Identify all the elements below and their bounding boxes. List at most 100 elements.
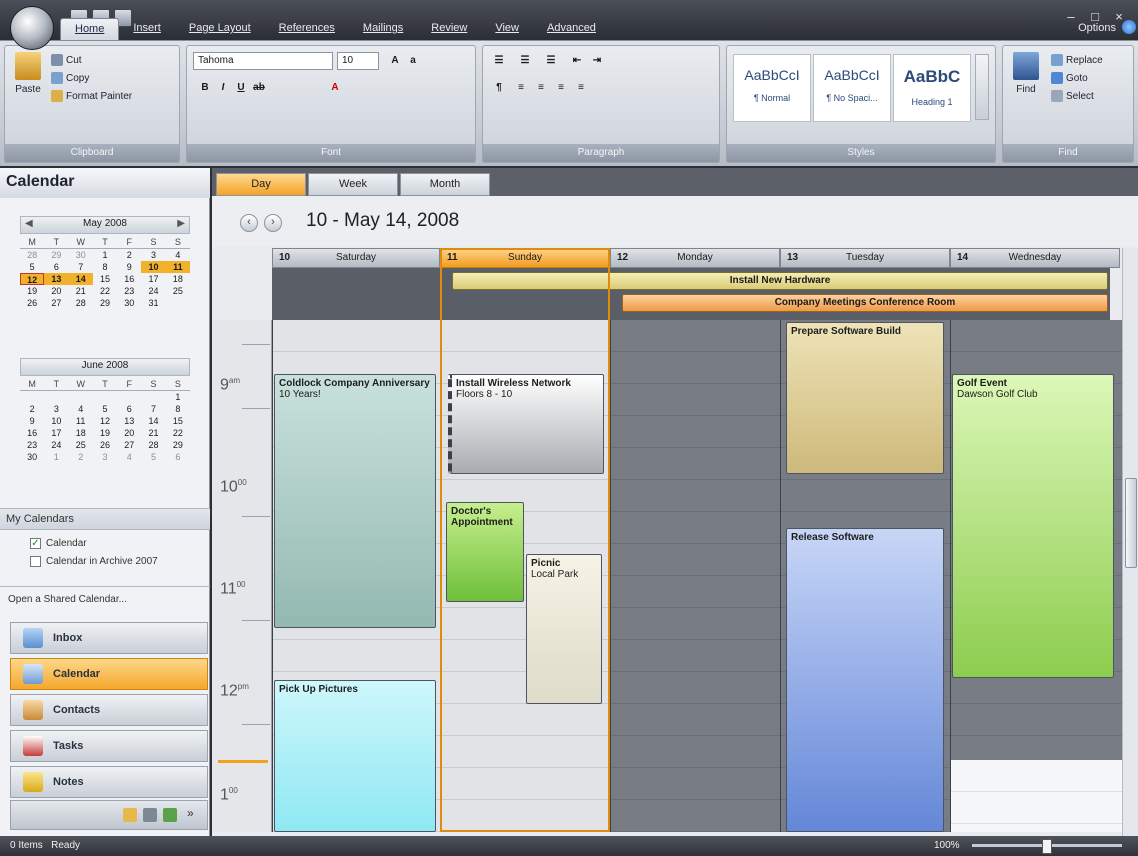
mini-calendar-day[interactable]: 12	[20, 273, 45, 285]
multilevel-list-icon[interactable]: ☰	[543, 53, 559, 69]
tab-week[interactable]: Week	[308, 173, 398, 196]
mini-calendar-day[interactable]: 8	[93, 261, 117, 273]
back-arrow-icon[interactable]: ‹	[240, 214, 258, 232]
mini-calendar-day[interactable]: 5	[141, 451, 165, 463]
mini-calendar-day[interactable]: 21	[69, 285, 93, 297]
mini-calendar-day[interactable]: 4	[166, 249, 190, 261]
day-header[interactable]: 12 Monday	[610, 248, 780, 268]
mini-calendar-day[interactable]: 6	[44, 261, 68, 273]
mini-calendar-day[interactable]: 31	[141, 297, 165, 309]
underline-icon[interactable]: U	[233, 80, 249, 96]
mini-calendar-day[interactable]: 23	[117, 285, 141, 297]
mini-calendar-day[interactable]: 18	[166, 273, 190, 285]
decrease-indent-icon[interactable]: ⇤	[569, 53, 585, 69]
mini-calendar-day[interactable]: 29	[44, 249, 68, 261]
replace-button[interactable]: Replace	[1051, 54, 1103, 66]
my-calendars-header[interactable]: My Calendars	[0, 508, 210, 530]
options-menu[interactable]: Options	[1078, 22, 1116, 34]
all-day-event[interactable]: Company Meetings Conference Room	[622, 294, 1108, 312]
mini-calendar-day[interactable]: 10	[44, 415, 68, 427]
mini-calendar-day[interactable]: 18	[69, 427, 93, 439]
align-right-icon[interactable]: ≡	[553, 80, 569, 96]
tab-home[interactable]: Home	[60, 18, 120, 40]
mini-calendar-day[interactable]: 17	[141, 273, 165, 285]
mini-calendar-day[interactable]: 30	[69, 249, 93, 261]
mini-calendar-day[interactable]: 9	[20, 415, 44, 427]
event-block[interactable]: Pick Up Pictures	[274, 680, 436, 832]
bold-icon[interactable]: B	[197, 80, 213, 96]
mini-calendar-day[interactable]: 5	[20, 261, 44, 273]
checkbox-icon[interactable]	[30, 556, 41, 567]
mini-calendar-day[interactable]: 6	[166, 451, 190, 463]
next-month-icon[interactable]: ▶	[177, 217, 185, 231]
mini-calendar-day[interactable]: 15	[93, 273, 117, 285]
tab-references[interactable]: References	[265, 18, 349, 40]
select-button[interactable]: Select	[1051, 90, 1094, 102]
mini-calendar-day[interactable]: 3	[44, 403, 68, 415]
mini-calendar-day[interactable]: 19	[93, 427, 117, 439]
styles-scroll[interactable]	[975, 54, 989, 120]
calendar-item[interactable]: Calendar in Archive 2007	[30, 556, 158, 567]
mini-calendar-day[interactable]: 24	[44, 439, 68, 451]
mini-calendar-day[interactable]: 3	[93, 451, 117, 463]
numbering-icon[interactable]: ☰	[517, 53, 533, 69]
event-block[interactable]: Picnic Local Park	[526, 554, 602, 704]
configure-buttons-icon[interactable]: »	[187, 806, 194, 820]
increase-indent-icon[interactable]: ⇥	[589, 53, 605, 69]
nav-button-inbox[interactable]: Inbox	[10, 622, 208, 654]
event-block[interactable]: Prepare Software Build	[786, 322, 944, 474]
scrollbar-thumb[interactable]	[1125, 478, 1137, 568]
event-block[interactable]: Release Software	[786, 528, 944, 832]
mini-calendar-day[interactable]: 21	[141, 427, 165, 439]
mini-calendar-day[interactable]: 19	[20, 285, 44, 297]
mini-calendar-day[interactable]: 22	[166, 427, 190, 439]
align-left-icon[interactable]: ≡	[513, 80, 529, 96]
day-header[interactable]: 14 Wednesday	[950, 248, 1120, 268]
mini-calendar-day[interactable]: 11	[69, 415, 93, 427]
mini-calendar-day[interactable]: 17	[44, 427, 68, 439]
mini-calendar-day[interactable]: 30	[20, 451, 44, 463]
mini-calendar-day[interactable]: 29	[166, 439, 190, 451]
style-normal[interactable]: AaBbCcI ¶ Normal	[733, 54, 811, 122]
format-painter-button[interactable]: Format Painter	[51, 90, 132, 102]
mini-calendar-day[interactable]: 2	[69, 451, 93, 463]
nav-button-tasks[interactable]: Tasks	[10, 730, 208, 762]
tab-insert[interactable]: Insert	[119, 18, 175, 40]
vertical-scrollbar[interactable]	[1122, 248, 1138, 836]
nav-button-notes[interactable]: Notes	[10, 766, 208, 798]
mini-calendar-day[interactable]: 24	[141, 285, 165, 297]
mini-calendar-day[interactable]: 3	[141, 249, 165, 261]
forward-arrow-icon[interactable]: ›	[264, 214, 282, 232]
shrink-font-icon[interactable]: a	[405, 53, 421, 69]
font-size-combo[interactable]: 10	[337, 52, 379, 70]
prev-month-icon[interactable]: ◀	[25, 217, 33, 231]
mini-calendar-day[interactable]: 14	[141, 415, 165, 427]
nav-button-calendar[interactable]: Calendar	[10, 658, 208, 690]
mini-calendar-day[interactable]: 1	[93, 249, 117, 261]
office-button[interactable]	[10, 6, 54, 50]
pilcrow-icon[interactable]: ¶	[491, 80, 507, 96]
mini-calendar-day[interactable]: 7	[69, 261, 93, 273]
goto-button[interactable]: Goto	[1051, 72, 1088, 84]
folder-icon[interactable]	[123, 808, 137, 822]
event-block[interactable]: Doctor's Appointment	[446, 502, 524, 602]
tab-page-layout[interactable]: Page Layout	[175, 18, 265, 40]
mini-calendar-day[interactable]: 2	[20, 403, 44, 415]
italic-icon[interactable]: I	[215, 80, 231, 96]
font-name-combo[interactable]: Tahoma	[193, 52, 333, 70]
mini-calendar-day[interactable]: 26	[20, 297, 44, 309]
checkbox-checked-icon[interactable]: ✓	[30, 538, 41, 549]
open-shared-calendar-link[interactable]: Open a Shared Calendar...	[0, 586, 210, 612]
mini-calendar-day[interactable]: 27	[117, 439, 141, 451]
zoom-slider-thumb[interactable]	[1042, 839, 1052, 854]
mini-calendar-day[interactable]: 6	[117, 403, 141, 415]
mini-calendar-day[interactable]: 12	[93, 415, 117, 427]
mini-calendar-day[interactable]: 30	[117, 297, 141, 309]
mini-calendar-day[interactable]: 10	[141, 261, 166, 273]
mini-calendar-day[interactable]: 11	[165, 261, 190, 273]
align-center-icon[interactable]: ≡	[533, 80, 549, 96]
shortcuts-icon[interactable]	[143, 808, 157, 822]
mini-calendar-day[interactable]: 26	[93, 439, 117, 451]
mini-calendar-day[interactable]: 1	[44, 451, 68, 463]
mini-calendar-day[interactable]: 28	[20, 249, 44, 261]
